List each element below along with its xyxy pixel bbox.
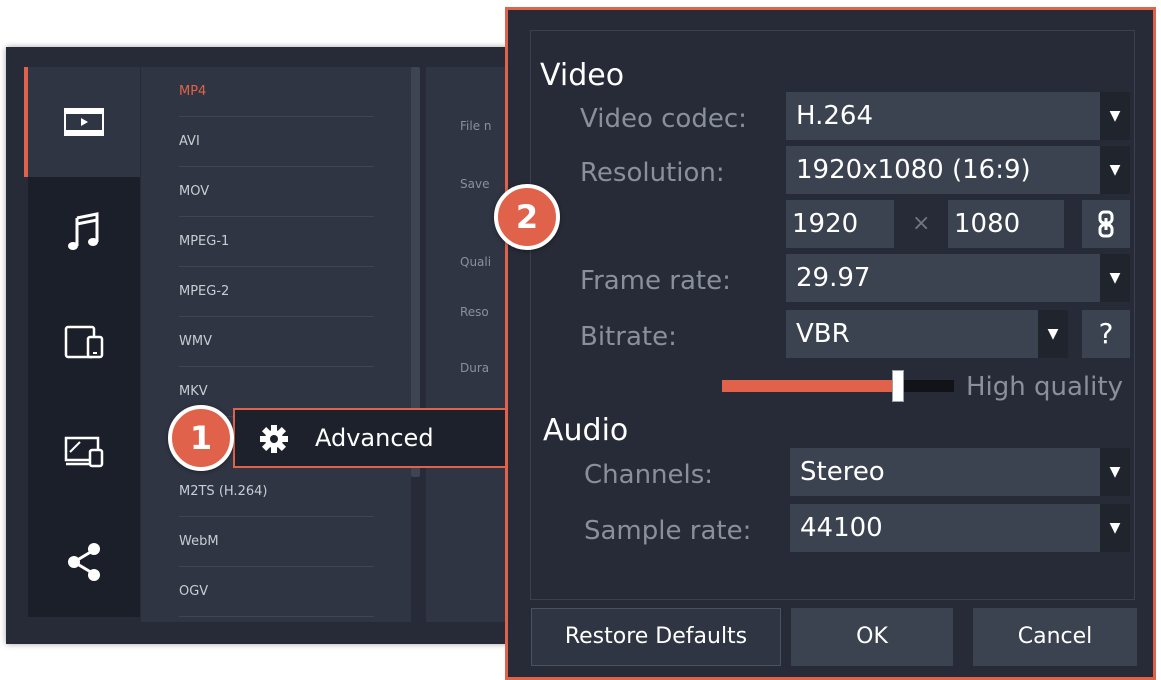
- aspect-lock-button[interactable]: [1082, 200, 1130, 248]
- category-devices[interactable]: [28, 287, 140, 397]
- channels-value: Stereo: [800, 457, 885, 487]
- category-tv[interactable]: [28, 397, 140, 507]
- link-icon: [1098, 210, 1114, 245]
- sample-rate-dropdown[interactable]: 44100 ▼: [790, 504, 1130, 552]
- category-audio[interactable]: [28, 177, 140, 287]
- chevron-down-icon: ▼: [1100, 254, 1130, 302]
- resolution-value: 1920x1080 (16:9): [796, 155, 1031, 185]
- resolution-dropdown[interactable]: 1920x1080 (16:9) ▼: [786, 146, 1130, 194]
- bitrate-label: Bitrate:: [580, 322, 677, 352]
- tv-devices-icon: [64, 436, 104, 468]
- channels-dropdown[interactable]: Stereo ▼: [790, 448, 1130, 496]
- width-input[interactable]: 1920: [786, 200, 894, 248]
- frame-rate-label: Frame rate:: [580, 266, 731, 296]
- cancel-button[interactable]: Cancel: [973, 608, 1137, 666]
- advanced-button[interactable]: Advanced: [233, 408, 510, 468]
- resolution-label: Reso: [460, 305, 489, 319]
- advanced-label: Advanced: [315, 424, 434, 452]
- devices-icon: [64, 325, 104, 359]
- advanced-settings-dialog: Video Video codec: H.264 ▼ Resolution: 1…: [505, 7, 1156, 680]
- category-video[interactable]: [24, 67, 140, 177]
- chevron-down-icon: ▼: [1100, 448, 1130, 496]
- format-item-mpeg2[interactable]: MPEG-2: [179, 267, 374, 317]
- video-codec-label: Video codec:: [580, 104, 747, 134]
- step-marker-1: 1: [168, 405, 234, 471]
- audio-section-title: Audio: [543, 413, 629, 448]
- gear-icon: [259, 424, 289, 458]
- height-input[interactable]: 1080: [948, 200, 1064, 248]
- frame-rate-value: 29.97: [796, 263, 871, 293]
- format-item-mp4[interactable]: MP4: [179, 67, 374, 117]
- video-section-title: Video: [540, 58, 625, 93]
- sample-rate-label: Sample rate:: [584, 516, 752, 546]
- format-item-ogv[interactable]: OGV: [179, 567, 374, 617]
- format-item-avi[interactable]: AVI: [179, 117, 374, 167]
- share-icon: [66, 542, 102, 582]
- times-icon: ×: [912, 211, 931, 236]
- quality-slider-label: High quality: [966, 372, 1123, 402]
- file-name-label: File n: [460, 119, 492, 133]
- duration-label: Dura: [460, 361, 490, 375]
- resolution-label: Resolution:: [580, 158, 725, 188]
- chevron-down-icon: ▼: [1100, 146, 1130, 194]
- save-to-label: Save: [460, 177, 490, 191]
- width-value: 1920: [792, 209, 859, 239]
- channels-label: Channels:: [584, 460, 714, 490]
- quality-slider-thumb[interactable]: [892, 370, 904, 402]
- sample-rate-value: 44100: [800, 513, 883, 543]
- video-codec-value: H.264: [796, 101, 873, 131]
- film-icon: [64, 108, 104, 136]
- help-button[interactable]: ?: [1082, 310, 1130, 358]
- chevron-down-icon: ▼: [1100, 92, 1130, 140]
- format-item-wmv[interactable]: WMV: [179, 317, 374, 367]
- bitrate-value: VBR: [796, 319, 850, 349]
- chevron-down-icon: ▼: [1038, 310, 1068, 358]
- category-rail: [24, 67, 140, 622]
- format-list: MP4 AVI MOV MPEG-1 MPEG-2 WMV MKV M2TS (…: [141, 67, 411, 622]
- quality-slider-fill: [722, 380, 898, 392]
- format-item-mpeg1[interactable]: MPEG-1: [179, 217, 374, 267]
- restore-defaults-button[interactable]: Restore Defaults: [531, 608, 781, 666]
- music-note-icon: [67, 212, 101, 252]
- bitrate-dropdown[interactable]: VBR ▼: [786, 310, 1068, 358]
- step-marker-2: 2: [494, 184, 560, 250]
- quality-slider-track: [898, 380, 954, 392]
- quality-slider[interactable]: [722, 380, 954, 392]
- format-item-webm[interactable]: WebM: [179, 517, 374, 567]
- height-value: 1080: [954, 209, 1021, 239]
- format-item-mov[interactable]: MOV: [179, 167, 374, 217]
- chevron-down-icon: ▼: [1100, 504, 1130, 552]
- format-item-m2ts[interactable]: M2TS (H.264): [179, 467, 374, 517]
- export-window: MP4 AVI MOV MPEG-1 MPEG-2 WMV MKV M2TS (…: [6, 47, 526, 644]
- quality-label: Quali: [460, 255, 492, 269]
- frame-rate-dropdown[interactable]: 29.97 ▼: [786, 254, 1130, 302]
- video-codec-dropdown[interactable]: H.264 ▼: [786, 92, 1130, 140]
- ok-button[interactable]: OK: [791, 608, 953, 666]
- category-share[interactable]: [28, 507, 140, 617]
